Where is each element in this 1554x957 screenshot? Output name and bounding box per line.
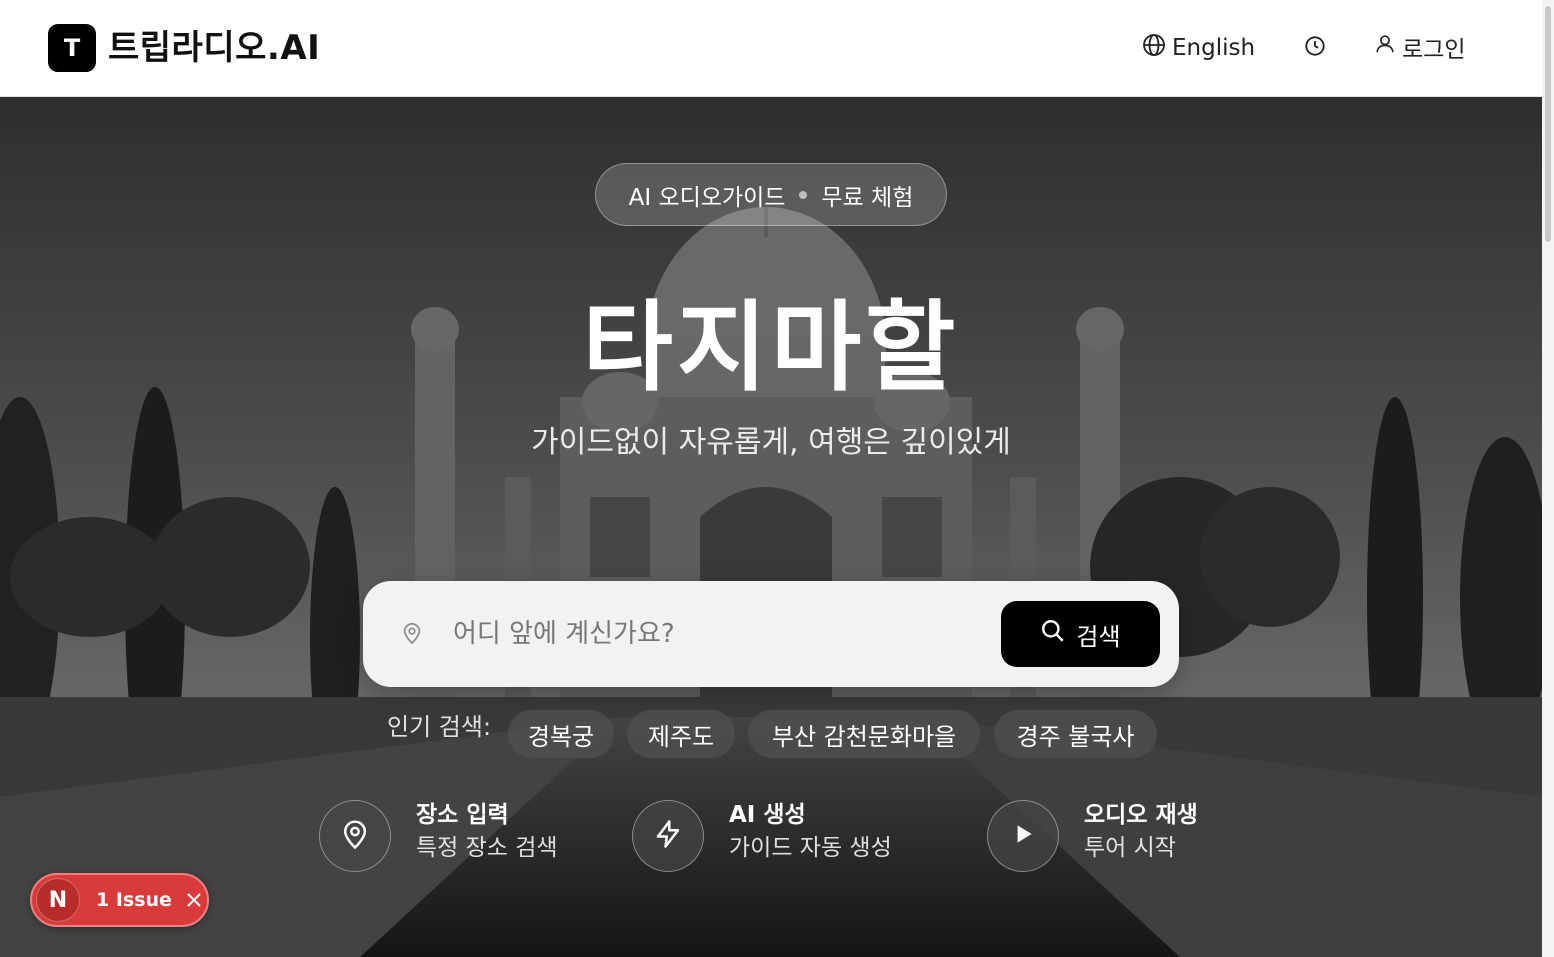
feature-audio-icon-circle [987,800,1059,872]
user-icon [1374,33,1396,61]
hero-badge: AI 오디오가이드 무료 체험 [595,163,947,226]
clock-icon [1304,35,1326,61]
popular-chip-gamcheon[interactable]: 부산 감천문화마을 [748,710,980,758]
popular-chip-jeju[interactable]: 제주도 [627,710,735,758]
login-button[interactable]: 로그인 [1374,30,1465,64]
login-label: 로그인 [1402,37,1466,63]
feature-ai-desc: 가이드 자동 생성 [729,835,892,861]
history-button[interactable] [1300,33,1330,63]
feature-location-title: 장소 입력 [416,802,509,828]
search-box: 검색 [363,581,1179,687]
nextjs-logo-icon: N [36,878,80,922]
scrollbar-thumb[interactable] [1545,6,1551,242]
close-icon[interactable] [184,890,204,910]
language-label: English [1172,35,1256,61]
issue-count-label: 1 Issue [96,889,172,911]
language-button[interactable]: English [1142,30,1255,66]
feature-ai-title: AI 생성 [729,802,806,828]
play-icon [1010,821,1036,851]
feature-ai-icon-circle [632,800,704,872]
badge-dot-icon [799,190,808,199]
search-input[interactable] [453,609,973,659]
hero-title: 타지마할 [582,291,960,405]
search-button[interactable]: 검색 [1001,601,1160,667]
hero-subtitle: 가이드없이 자유롭게, 여행은 깊이있게 [531,425,1011,460]
page-scrollbar[interactable] [1542,0,1554,957]
logo-text[interactable]: 트립라디오.AI [108,24,320,72]
top-header: T 트립라디오.AI English 로그인 [0,0,1542,97]
popular-chip-gyeongbokgung[interactable]: 경복궁 [508,710,614,758]
globe-icon [1142,33,1166,63]
hero-section: AI 오디오가이드 무료 체험 타지마할 가이드없이 자유롭게, 여행은 깊이있… [0,97,1542,957]
search-button-label: 검색 [1076,622,1121,651]
feature-audio-desc: 투어 시작 [1084,835,1176,861]
badge-free-label: 무료 체험 [821,184,914,211]
map-pin-icon [340,818,370,854]
map-pin-icon [401,621,425,647]
feature-location-icon-circle [319,800,391,872]
feature-audio-title: 오디오 재생 [1084,802,1198,828]
dev-issues-badge[interactable]: N 1 Issue [30,873,209,927]
logo-icon[interactable]: T [48,24,96,72]
feature-location-desc: 특정 장소 검색 [416,835,558,861]
popular-chip-bulguksa[interactable]: 경주 불국사 [994,710,1157,758]
search-icon [1040,618,1066,650]
lightning-icon [653,818,683,854]
badge-ai-label: AI 오디오가이드 [628,184,786,211]
popular-search-label: 인기 검색: [387,713,492,741]
